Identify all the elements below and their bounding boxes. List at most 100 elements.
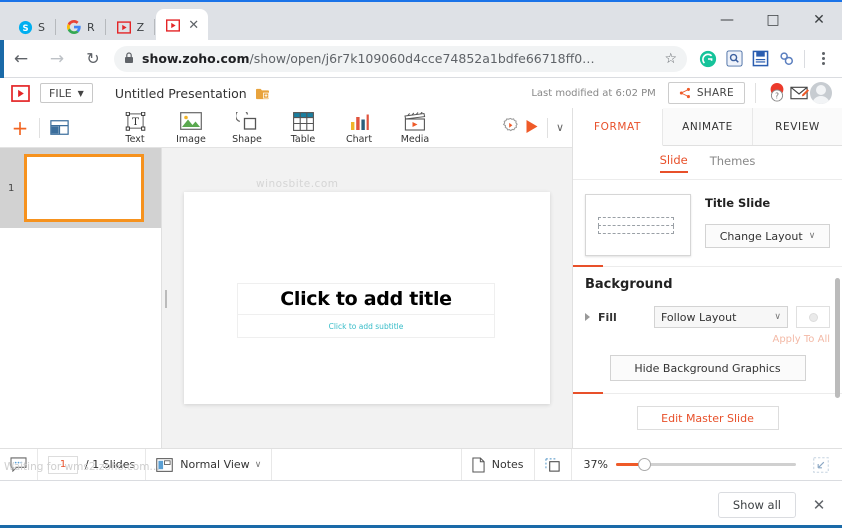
folder-add-icon[interactable]: [255, 87, 270, 100]
maximize-button[interactable]: □: [750, 4, 796, 36]
bookmark-star-icon[interactable]: ☆: [664, 51, 677, 67]
slide-layout-icon[interactable]: [49, 118, 69, 138]
fit-screen-icon: [813, 456, 829, 473]
panel-subtabs: Slide Themes: [573, 146, 842, 180]
slide-preview[interactable]: [24, 154, 144, 222]
settings-gear-icon[interactable]: [502, 117, 519, 138]
expand-triangle-icon[interactable]: [585, 313, 590, 321]
minimize-button[interactable]: —: [704, 4, 750, 36]
browser-title-bar: S S R Z ✕ — □ ✕: [0, 0, 842, 42]
apply-to-all-link[interactable]: Apply To All: [585, 334, 830, 345]
tab-review[interactable]: REVIEW: [753, 108, 842, 145]
panel-scrollbar[interactable]: [835, 278, 840, 398]
play-present-icon[interactable]: [525, 119, 539, 137]
kebab-menu-icon[interactable]: [810, 46, 836, 72]
color-circle-icon: [808, 312, 818, 322]
insert-media-button[interactable]: Media: [387, 111, 443, 145]
window-controls: — □ ✕: [704, 4, 842, 36]
share-icon: [679, 87, 690, 99]
fill-row: Fill Follow Layout ∨: [585, 306, 830, 328]
forward-icon[interactable]: →: [42, 44, 72, 74]
reload-icon[interactable]: ↻: [78, 44, 108, 74]
insert-chart-button[interactable]: Chart: [331, 111, 387, 145]
window-close-button[interactable]: ✕: [796, 4, 842, 36]
edit-master-slide-button[interactable]: Edit Master Slide: [636, 406, 779, 430]
link-chain-icon[interactable]: [773, 46, 799, 72]
insert-shape-button[interactable]: Shape: [219, 111, 275, 145]
share-button[interactable]: SHARE: [667, 82, 745, 104]
fill-select[interactable]: Follow Layout ∨: [654, 306, 788, 328]
file-menu-label: FILE: [49, 86, 72, 100]
notes-button[interactable]: Notes: [460, 448, 535, 481]
tool-label: Image: [176, 133, 206, 145]
master-slide-section: Edit Master Slide: [573, 392, 842, 430]
address-bar[interactable]: show.zoho.com/show/open/j6r7k109060d4cce…: [114, 45, 687, 72]
slide-thumbnail-panel: 1: [0, 148, 162, 448]
slide-thumbnail-item[interactable]: 1: [0, 148, 161, 228]
hide-background-graphics-button[interactable]: Hide Background Graphics: [609, 355, 806, 381]
presentation-title[interactable]: Untitled Presentation: [115, 86, 247, 101]
zoom-slider[interactable]: [616, 458, 796, 472]
insert-image-button[interactable]: Image: [163, 111, 219, 145]
layout-title-placeholder: [598, 217, 674, 226]
grammarly-icon[interactable]: [695, 46, 721, 72]
close-icon[interactable]: ✕: [188, 19, 199, 32]
chevron-down-icon: ∨: [808, 231, 816, 241]
tab-divider: [54, 19, 56, 35]
present-dropdown-icon[interactable]: ∨: [556, 121, 564, 134]
layout-section: Title Slide Change Layout ∨: [573, 180, 842, 266]
tab-strip: S S R Z ✕: [8, 8, 209, 42]
toolbar-divider: [804, 49, 805, 68]
fill-color-swatch[interactable]: [796, 306, 830, 328]
fill-value: Follow Layout: [661, 310, 737, 324]
back-icon[interactable]: ←: [6, 44, 36, 74]
subtitle-placeholder[interactable]: Click to add subtitle: [237, 315, 495, 338]
tab-label: S: [38, 20, 45, 34]
skype-icon: S: [17, 19, 33, 35]
user-avatar[interactable]: [810, 82, 832, 104]
tab-zoho-show[interactable]: Z: [107, 12, 154, 42]
subtab-slide[interactable]: Slide: [659, 153, 688, 173]
tab-label: Z: [136, 20, 145, 34]
fit-screen-button[interactable]: [808, 452, 834, 478]
current-slide[interactable]: Click to add title Click to add subtitle: [184, 192, 550, 404]
change-layout-button[interactable]: Change Layout ∨: [705, 224, 830, 248]
share-label: SHARE: [696, 87, 734, 99]
svg-text:T: T: [132, 115, 139, 127]
tab-format[interactable]: FORMAT: [573, 109, 663, 146]
tab-google[interactable]: R: [57, 12, 104, 42]
feedback-edit-icon[interactable]: [788, 82, 810, 104]
google-icon: [66, 19, 82, 35]
page-loading-status: Waiting for wms2.zoho.com…: [4, 461, 160, 473]
insert-text-button[interactable]: T Text: [107, 111, 163, 145]
add-slide-button[interactable]: +: [10, 118, 30, 138]
media-clapper-icon: [404, 111, 426, 132]
insert-tools: T Text Image Shape Table Chart Media: [107, 111, 443, 145]
tab-animate[interactable]: ANIMATE: [663, 108, 753, 145]
magnifier-icon[interactable]: [721, 46, 747, 72]
tool-label: Shape: [232, 133, 262, 145]
panel-resize-handle[interactable]: [164, 290, 168, 308]
tool-label: Table: [290, 133, 316, 145]
close-download-bar-icon[interactable]: ✕: [802, 488, 836, 522]
slide-number: 1: [8, 182, 15, 194]
layout-subtitle-placeholder: [598, 226, 674, 234]
layout-name: Title Slide: [705, 196, 771, 210]
title-placeholder[interactable]: Click to add title: [237, 283, 495, 315]
tab-skype[interactable]: S S: [8, 12, 54, 42]
help-pin-icon[interactable]: ?: [766, 82, 788, 104]
tab-zoho-show-active[interactable]: ✕: [156, 9, 209, 42]
slider-handle[interactable]: [638, 458, 651, 471]
insert-table-button[interactable]: Table: [275, 111, 331, 145]
subtab-themes[interactable]: Themes: [710, 154, 756, 172]
zoho-show-logo: [10, 84, 30, 102]
show-all-downloads-button[interactable]: Show all: [717, 491, 796, 518]
save-floppy-icon[interactable]: [747, 46, 773, 72]
layout-thumbnail[interactable]: [585, 194, 691, 256]
fit-slide-button[interactable]: [535, 448, 572, 481]
view-mode-selector[interactable]: Normal View ∨: [146, 448, 273, 481]
file-menu-button[interactable]: FILE ▼: [40, 83, 93, 103]
browser-window: S S R Z ✕ — □ ✕ ← → ↻ show.zoho.com/show…: [0, 0, 842, 528]
browser-toolbar: ← → ↻ show.zoho.com/show/open/j6r7k10906…: [0, 40, 842, 78]
background-title: Background: [585, 277, 673, 292]
